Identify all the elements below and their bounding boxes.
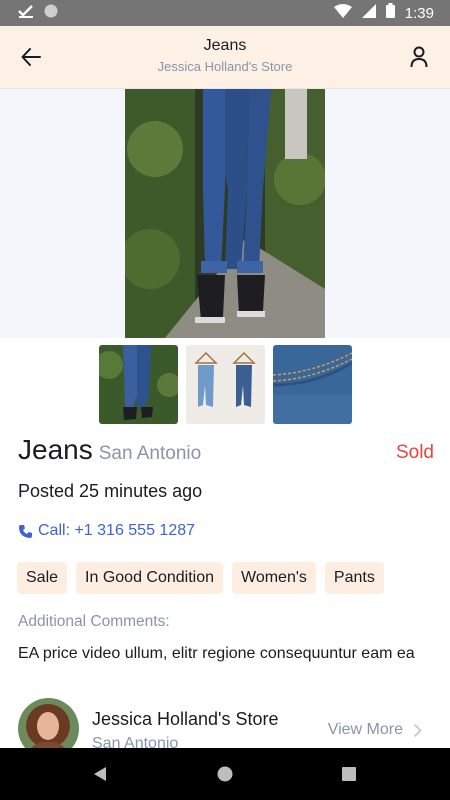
profile-button[interactable] — [402, 40, 436, 74]
store-avatar — [18, 698, 79, 748]
checkmark-notification-icon — [18, 4, 34, 23]
thumbnail-denim-stitching[interactable] — [273, 345, 352, 424]
product-image-area — [0, 89, 450, 338]
tag-womens[interactable]: Women's — [232, 562, 316, 594]
listing-title-row: Jeans San Antonio Sold — [18, 434, 434, 472]
back-button[interactable] — [14, 40, 48, 74]
view-more-label: View More — [327, 721, 403, 738]
square-recents-icon — [342, 767, 356, 781]
listing-location: San Antonio — [98, 443, 202, 464]
nav-recents-button[interactable] — [337, 762, 361, 786]
page-subtitle: Jessica Holland's Store — [157, 59, 293, 74]
record-notification-icon — [44, 4, 58, 23]
view-more-button[interactable]: View More — [328, 721, 422, 739]
thumbnail-jeans-worn[interactable] — [99, 345, 178, 424]
app-bar: Jeans Jessica Holland's Store — [0, 26, 450, 89]
thumbnail-jeans-hanging[interactable] — [186, 345, 265, 424]
tag-pants[interactable]: Pants — [324, 562, 384, 594]
triangle-back-icon — [94, 767, 106, 781]
listing-title: Jeans — [18, 434, 93, 465]
tag-list: Sale In Good Condition Women's Pants — [17, 562, 384, 594]
sold-status: Sold — [395, 442, 434, 463]
nav-home-button[interactable] — [213, 762, 237, 786]
battery-icon — [385, 3, 395, 23]
system-nav-bar — [0, 748, 450, 800]
circle-home-icon — [217, 766, 233, 782]
phone-icon — [19, 524, 32, 538]
call-label: Call: +1 316 555 1287 — [38, 522, 196, 539]
comments-label: Additional Comments: — [18, 613, 170, 630]
wifi-icon — [333, 3, 352, 23]
comments-text: EA price video ullum, elitr regione cons… — [18, 645, 415, 662]
call-link[interactable]: Call: +1 316 555 1287 — [18, 522, 195, 540]
status-time: 1:39 — [404, 4, 434, 22]
nav-back-button[interactable] — [88, 762, 112, 786]
posted-time: Posted 25 minutes ago — [18, 481, 203, 501]
user-icon — [410, 46, 428, 68]
chevron-right-icon — [413, 723, 422, 737]
signal-icon — [361, 3, 376, 23]
tag-sale[interactable]: Sale — [17, 562, 68, 594]
product-photo-main[interactable] — [125, 89, 325, 338]
store-location: San Antonio — [92, 735, 179, 748]
store-name: Jessica Holland's Store — [92, 709, 279, 729]
page-title: Jeans — [203, 37, 247, 54]
store-row[interactable]: Jessica Holland's Store San Antonio View… — [0, 690, 450, 748]
tag-condition[interactable]: In Good Condition — [76, 562, 224, 594]
arrow-left-icon — [21, 48, 41, 66]
status-bar: 1:39 — [0, 0, 450, 26]
thumbnail-strip — [99, 345, 352, 424]
